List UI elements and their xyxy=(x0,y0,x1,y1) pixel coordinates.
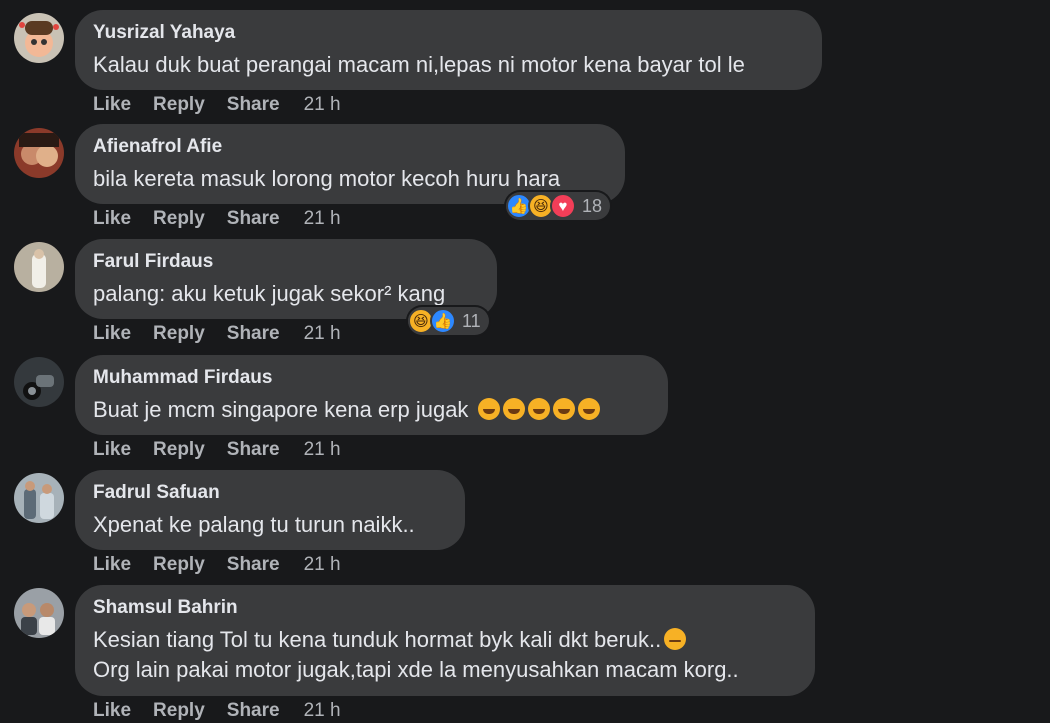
avatar[interactable] xyxy=(14,128,64,178)
rofl-icon xyxy=(577,398,600,420)
love-reaction-icon: ♥ xyxy=(550,193,576,219)
like-button[interactable]: Like xyxy=(93,94,131,116)
reply-button[interactable]: Reply xyxy=(153,700,205,722)
expressionless-icon xyxy=(664,628,687,650)
comment-bubble: Shamsul Bahrin Kesian tiang Tol tu kena … xyxy=(75,585,815,696)
comment-text: Kesian tiang Tol tu kena tunduk hormat b… xyxy=(93,625,795,655)
comment-text: Kalau duk buat perangai macam ni,lepas n… xyxy=(93,52,745,77)
reaction-count: 11 xyxy=(462,310,481,331)
share-button[interactable]: Share xyxy=(227,94,280,116)
comment-text: Buat je mcm singapore kena erp jugak xyxy=(93,395,648,425)
comment-text: bila kereta masuk lorong motor kecoh hur… xyxy=(93,166,561,191)
share-button[interactable]: Share xyxy=(227,554,280,576)
avatar[interactable] xyxy=(14,13,64,63)
commenter-name[interactable]: Shamsul Bahrin xyxy=(93,597,795,619)
reaction-count: 18 xyxy=(582,195,603,216)
comment-actions: Like Reply Share 21 h xyxy=(93,554,363,576)
share-button[interactable]: Share xyxy=(227,208,280,230)
comment-time[interactable]: 21 h xyxy=(304,554,341,576)
comment-bubble: Fadrul Safuan Xpenat ke palang tu turun … xyxy=(75,470,465,550)
comment-bubble: Muhammad Firdaus Buat je mcm singapore k… xyxy=(75,355,668,435)
reply-button[interactable]: Reply xyxy=(153,208,205,230)
share-button[interactable]: Share xyxy=(227,700,280,722)
comment-time[interactable]: 21 h xyxy=(304,439,341,461)
comment-bubble: Yusrizal Yahaya Kalau duk buat perangai … xyxy=(75,10,822,90)
comment-time[interactable]: 21 h xyxy=(304,700,341,722)
like-button[interactable]: Like xyxy=(93,554,131,576)
like-button[interactable]: Like xyxy=(93,700,131,722)
reactions-summary[interactable]: 😆 👍 11 xyxy=(408,307,489,335)
reply-button[interactable]: Reply xyxy=(153,439,205,461)
reactions-summary[interactable]: 👍 😆 ♥ 18 xyxy=(506,192,611,220)
comment-time[interactable]: 21 h xyxy=(304,94,341,116)
comment-text-body: Buat je mcm singapore kena erp jugak xyxy=(93,397,469,422)
comment-actions: Like Reply Share 21 h xyxy=(93,323,363,345)
like-button[interactable]: Like xyxy=(93,323,131,345)
comment-text-line-2: Org lain pakai motor jugak,tapi xde la m… xyxy=(93,657,739,682)
avatar[interactable] xyxy=(14,357,64,407)
commenter-name[interactable]: Yusrizal Yahaya xyxy=(93,22,802,44)
commenter-name[interactable]: Farul Firdaus xyxy=(93,251,477,273)
rofl-icon xyxy=(502,398,525,420)
comment-actions: Like Reply Share 21 h xyxy=(93,439,363,461)
reply-button[interactable]: Reply xyxy=(153,323,205,345)
comment-actions: Like Reply Share 21 h xyxy=(93,700,363,722)
share-button[interactable]: Share xyxy=(227,439,280,461)
share-button[interactable]: Share xyxy=(227,323,280,345)
reply-button[interactable]: Reply xyxy=(153,554,205,576)
rofl-icon xyxy=(477,398,500,420)
avatar[interactable] xyxy=(14,473,64,523)
comment-text: palang: aku ketuk jugak sekor² kang xyxy=(93,281,446,306)
comment-text-body: Kesian tiang Tol tu kena tunduk hormat b… xyxy=(93,627,662,652)
comment-text: Xpenat ke palang tu turun naikk.. xyxy=(93,512,415,537)
reply-button[interactable]: Reply xyxy=(153,94,205,116)
comment-actions: Like Reply Share 21 h xyxy=(93,94,363,116)
comment-actions: Like Reply Share 21 h xyxy=(93,208,363,230)
like-reaction-icon: 👍 xyxy=(430,308,456,334)
comment-time[interactable]: 21 h xyxy=(304,323,341,345)
like-button[interactable]: Like xyxy=(93,439,131,461)
rofl-icon xyxy=(552,398,575,420)
commenter-name[interactable]: Fadrul Safuan xyxy=(93,482,445,504)
commenter-name[interactable]: Muhammad Firdaus xyxy=(93,367,648,389)
comment-time[interactable]: 21 h xyxy=(304,208,341,230)
avatar[interactable] xyxy=(14,242,64,292)
avatar[interactable] xyxy=(14,588,64,638)
commenter-name[interactable]: Afienafrol Afie xyxy=(93,136,605,158)
rofl-icon xyxy=(527,398,550,420)
like-button[interactable]: Like xyxy=(93,208,131,230)
